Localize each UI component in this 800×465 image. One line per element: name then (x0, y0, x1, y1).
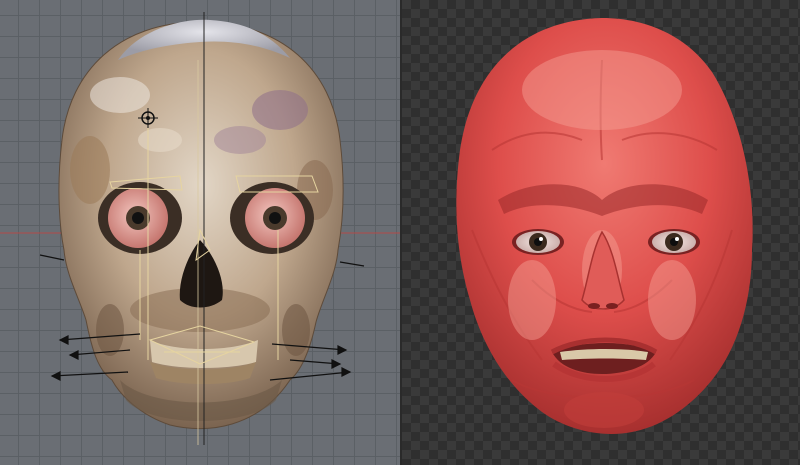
mouth (550, 337, 658, 382)
muscle-head-viewport[interactable] (402, 0, 800, 465)
eye-right[interactable] (245, 188, 305, 248)
app-window (0, 0, 800, 465)
eye-right[interactable] (648, 229, 700, 255)
eye-left[interactable] (512, 229, 564, 255)
muscle-head-scene (456, 18, 753, 434)
skull-scene (0, 12, 400, 445)
eye-left[interactable] (108, 188, 168, 248)
chin (564, 392, 644, 428)
skull-rig-viewport[interactable] (0, 0, 400, 465)
